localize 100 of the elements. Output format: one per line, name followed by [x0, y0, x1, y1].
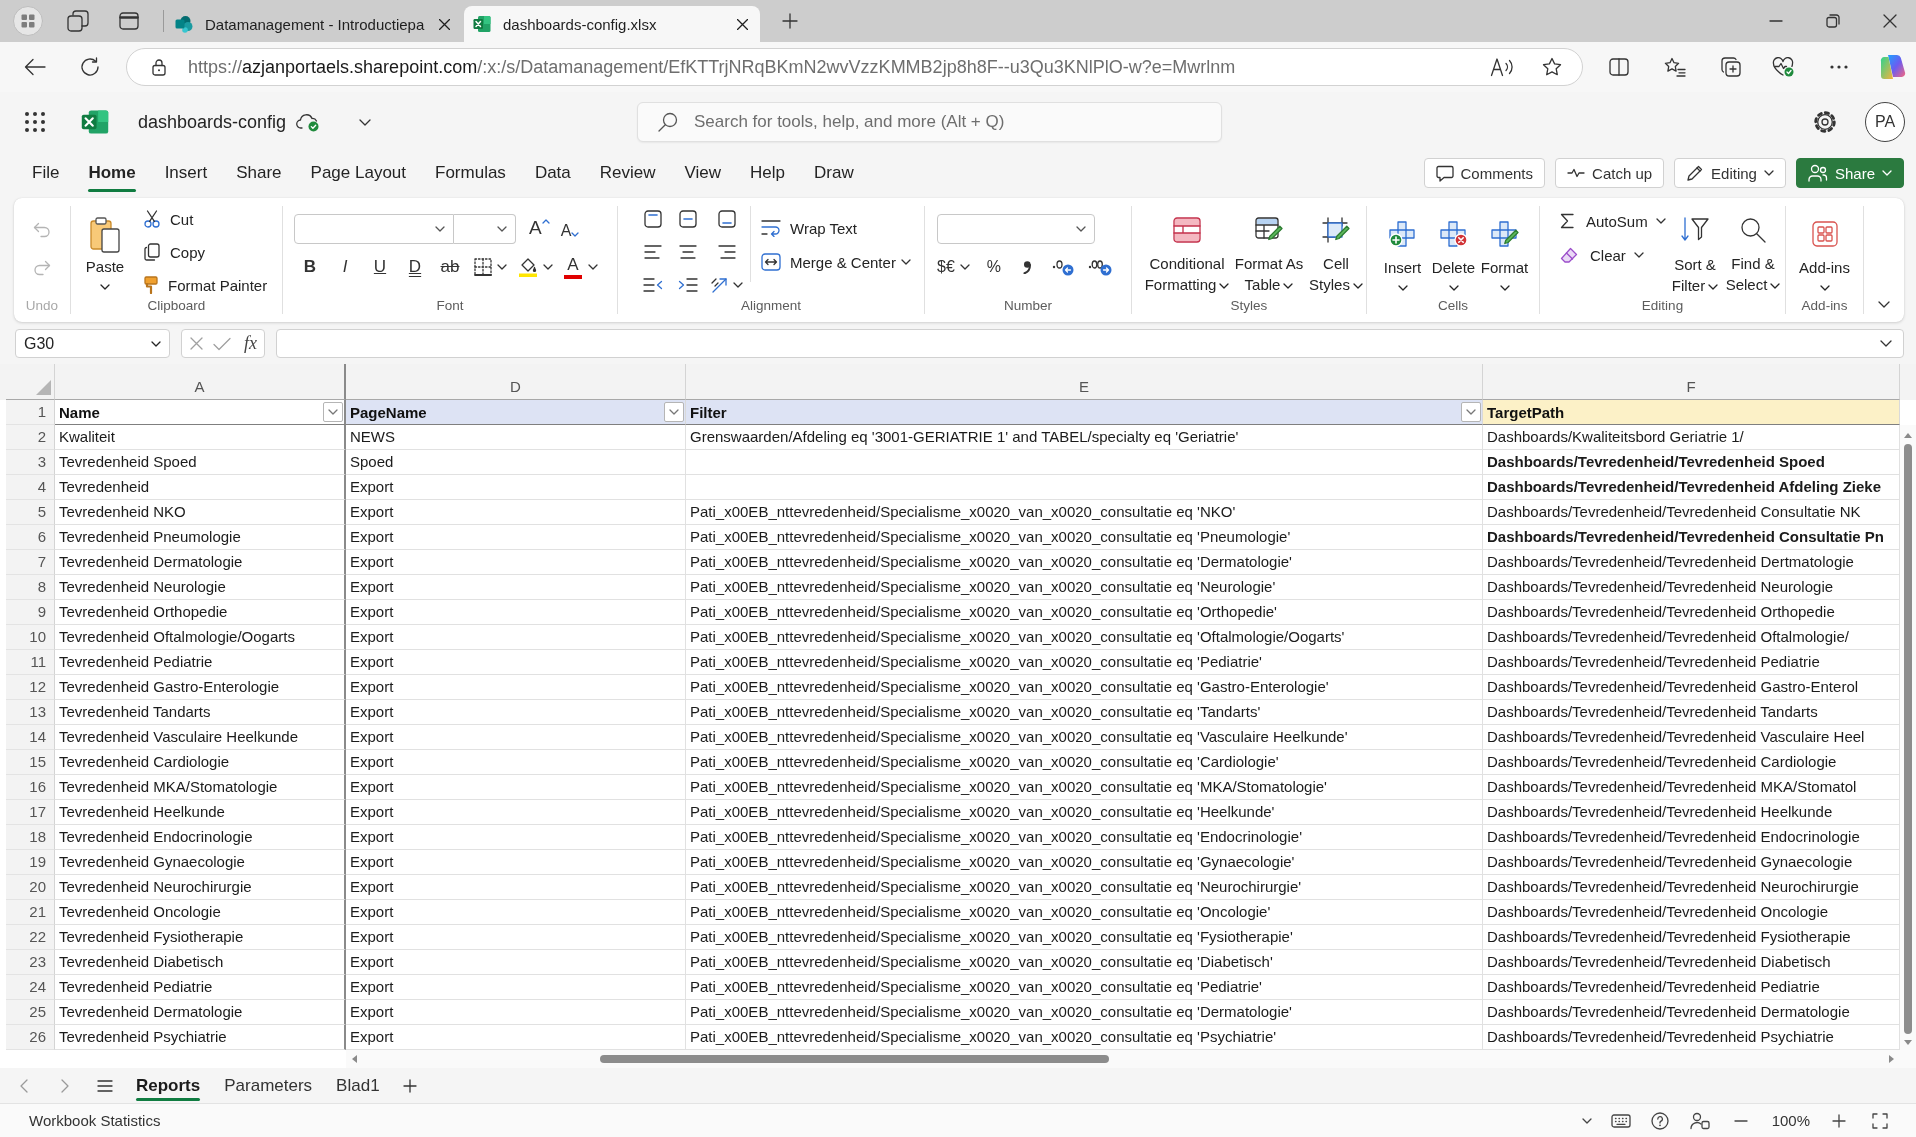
delete-button[interactable]: Delete	[1428, 206, 1479, 298]
address-bar[interactable]: https://azjanportaels.sharepoint.com/:x:/s/Datamanagement/EfKTTrjNRqBKmN2wvVzzKMMB2jp8h8F--u3Qu3KNlPlO-w?e=Mwrlnm	[126, 48, 1583, 86]
chevron-down-icon[interactable]	[497, 264, 507, 270]
row-number[interactable]: 17	[6, 800, 55, 825]
percent-style-button[interactable]: %	[986, 258, 1002, 276]
name-box[interactable]: G30	[15, 329, 170, 358]
row-number[interactable]: 8	[6, 575, 55, 600]
share-button[interactable]: Share	[1795, 158, 1904, 188]
more-icon[interactable]	[1830, 65, 1848, 69]
lock-icon[interactable]	[152, 58, 166, 76]
horizontal-scrollbar[interactable]	[346, 1050, 1916, 1068]
check-icon[interactable]	[213, 336, 231, 351]
zoom-out-icon[interactable]	[1733, 1119, 1748, 1122]
wrap-text-button[interactable]: Wrap Text	[761, 215, 911, 241]
currency-format-button[interactable]: $€	[937, 258, 955, 276]
column-letter[interactable]: F	[1483, 364, 1900, 400]
bold-button[interactable]: B	[296, 254, 324, 280]
format-painter-button[interactable]: Format Painter	[144, 272, 268, 298]
chevron-down-icon[interactable]	[359, 118, 372, 126]
row-number[interactable]: 24	[6, 975, 55, 1000]
plus-icon[interactable]	[402, 1078, 417, 1093]
row-number[interactable]: 1	[6, 400, 55, 425]
gradient-logo-icon[interactable]	[1880, 54, 1906, 80]
align-right-icon[interactable]	[718, 245, 736, 259]
split-screen-icon[interactable]	[1609, 58, 1629, 76]
shrink-font-button[interactable]: A	[560, 218, 580, 240]
chevron-down-icon[interactable]	[733, 282, 743, 288]
editing-button[interactable]: Editing	[1674, 158, 1786, 188]
column-letter[interactable]: E	[686, 364, 1483, 400]
conditional-formatting-button[interactable]: Conditional Formatting	[1142, 206, 1232, 298]
row-number[interactable]: 18	[6, 825, 55, 850]
browser-tab[interactable]: Datamanagement - Introductiepa	[166, 6, 462, 42]
settings-icon[interactable]	[1813, 110, 1837, 134]
read-aloud-icon[interactable]	[1490, 57, 1514, 77]
zoom-in-icon[interactable]	[1832, 1113, 1846, 1128]
italic-button[interactable]: I	[331, 254, 359, 280]
fill-color-icon[interactable]	[518, 257, 538, 277]
chevron-down-icon[interactable]	[1880, 340, 1892, 347]
browser-tab[interactable]: dashboards-config.xlsx	[464, 6, 760, 42]
heart-pulse-icon[interactable]	[1772, 57, 1794, 77]
next-icon[interactable]	[61, 1078, 69, 1093]
avatar[interactable]: PA	[1865, 102, 1905, 142]
row-number[interactable]: 6	[6, 525, 55, 550]
file-name[interactable]: dashboards-config	[138, 111, 287, 133]
fullscreen-icon[interactable]	[1872, 1112, 1888, 1129]
decrease-decimal-icon[interactable]	[1088, 258, 1113, 276]
strikethrough-button[interactable]: ab	[436, 254, 464, 280]
clear-button[interactable]: Clear	[1560, 242, 1666, 268]
row-number[interactable]: 5	[6, 500, 55, 525]
row-number[interactable]: 15	[6, 750, 55, 775]
chevron-down-icon[interactable]	[1878, 301, 1890, 308]
sheet-tab[interactable]: Reports	[136, 1068, 201, 1103]
ribbon-tab[interactable]: Draw	[814, 152, 854, 194]
cancel-icon[interactable]	[190, 337, 203, 350]
profile-icon[interactable]	[13, 6, 43, 36]
search-field[interactable]: Search for tools, help, and more (Alt + Q)	[637, 102, 1222, 142]
underline-button[interactable]: U	[366, 254, 394, 280]
back-arrow-icon[interactable]	[24, 58, 46, 76]
column-letter[interactable]: D	[346, 364, 686, 400]
increase-decimal-icon[interactable]	[1052, 258, 1075, 276]
comma-style-icon[interactable]	[1023, 260, 1032, 274]
refresh-icon[interactable]	[80, 57, 100, 77]
comments-button[interactable]: Comments	[1423, 158, 1546, 188]
ribbon-tab[interactable]: File	[32, 152, 60, 194]
row-number[interactable]: 13	[6, 700, 55, 725]
zoom-level[interactable]: 100%	[1771, 1112, 1810, 1129]
collections-icon[interactable]	[1721, 57, 1741, 77]
ribbon-tab[interactable]: Data	[534, 152, 571, 194]
favorites-icon[interactable]	[1664, 57, 1686, 77]
row-number[interactable]: 3	[6, 450, 55, 475]
align-left-icon[interactable]	[643, 245, 662, 259]
double-underline-button[interactable]: D	[401, 254, 429, 280]
row-number[interactable]: 12	[6, 675, 55, 700]
chevron-down-icon[interactable]	[1581, 1117, 1592, 1124]
vertical-scrollbar[interactable]	[1900, 425, 1916, 1050]
grow-font-button[interactable]: A	[529, 217, 550, 241]
font-color-button[interactable]: A	[564, 255, 582, 279]
person-badge-icon[interactable]	[1689, 1111, 1710, 1130]
row-number[interactable]: 26	[6, 1025, 55, 1050]
menu-icon[interactable]	[97, 1079, 113, 1092]
row-number[interactable]: 14	[6, 725, 55, 750]
row-number[interactable]: 19	[6, 850, 55, 875]
align-top-icon[interactable]	[643, 210, 662, 228]
keyboard-icon[interactable]	[1610, 1113, 1631, 1128]
chevron-down-icon[interactable]	[543, 264, 553, 270]
text-angle-icon[interactable]	[711, 276, 729, 294]
merge-center-button[interactable]: Merge & Center	[761, 249, 911, 275]
cell-styles-button[interactable]: Cell Styles	[1306, 206, 1366, 298]
previous-icon[interactable]	[20, 1078, 28, 1093]
column-letter[interactable]: A	[55, 364, 346, 400]
add-ins-button[interactable]: Add-ins	[1789, 206, 1860, 298]
chevron-down-icon[interactable]	[959, 264, 970, 270]
autosum-button[interactable]: AutoSum	[1560, 208, 1666, 234]
ribbon-tab[interactable]: Review	[599, 152, 656, 194]
row-number[interactable]: 11	[6, 650, 55, 675]
insert-function-button[interactable]: fx	[244, 333, 257, 354]
cut-button[interactable]: Cut	[144, 206, 268, 232]
row-number[interactable]: 9	[6, 600, 55, 625]
ribbon-tab[interactable]: Help	[750, 152, 786, 194]
ribbon-tab[interactable]: Home	[88, 152, 136, 194]
